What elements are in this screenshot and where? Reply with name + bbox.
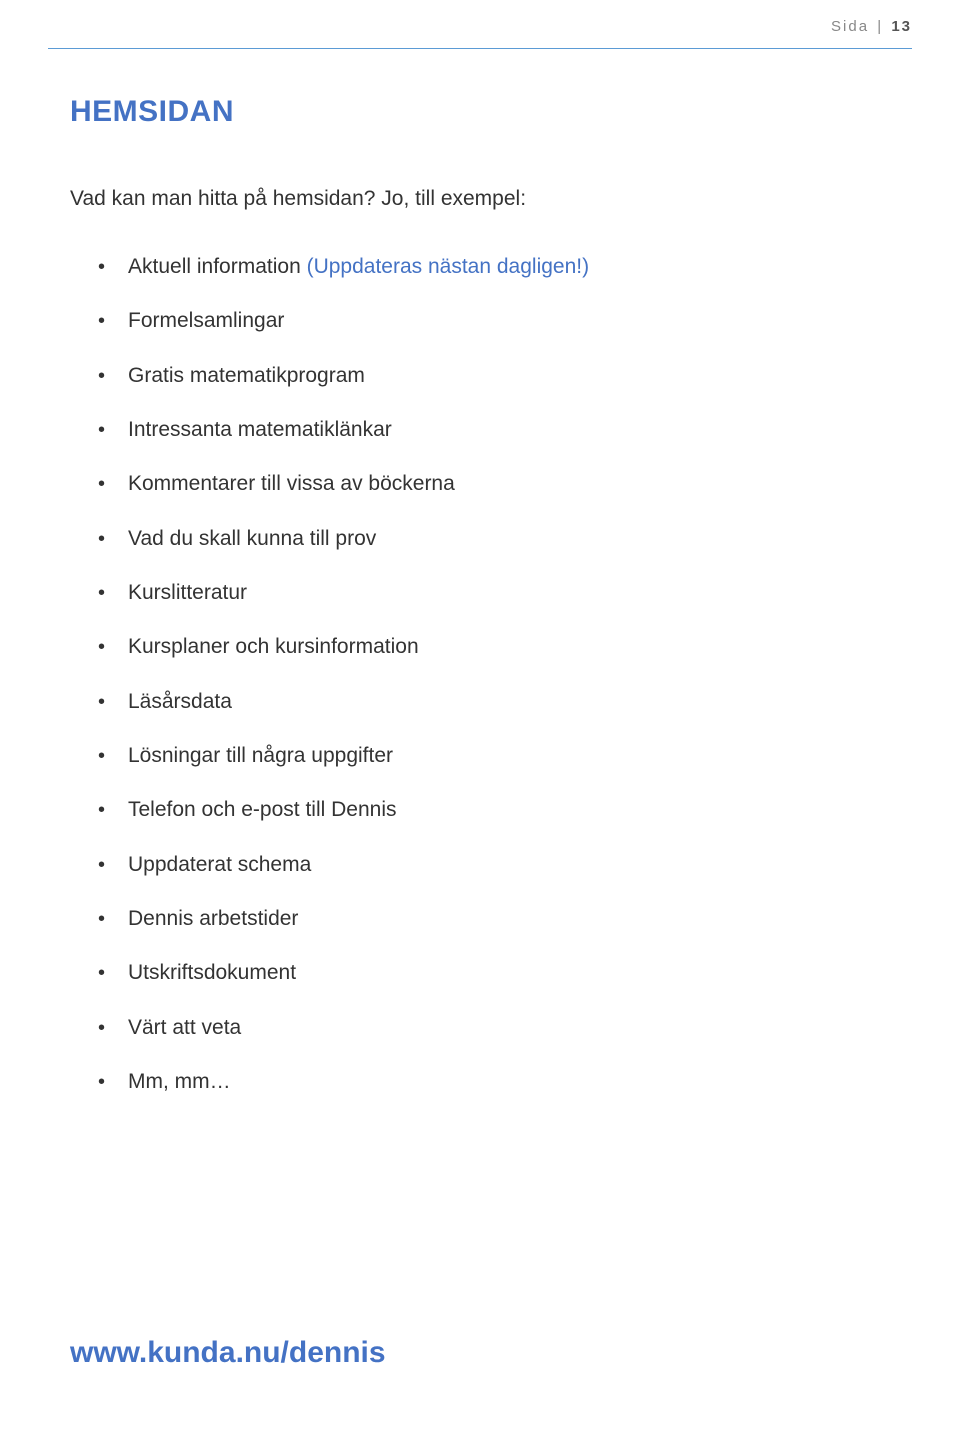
list-item: Aktuell information (Uppdateras nästan d… <box>98 253 900 281</box>
list-item-text: Läsårsdata <box>128 690 232 713</box>
list-item: Kommentarer till vissa av böckerna <box>98 470 900 498</box>
list-item: Dennis arbetstider <box>98 905 900 933</box>
list-item-text: Gratis matematikprogram <box>128 364 365 387</box>
list-item: Telefon och e-post till Dennis <box>98 796 900 824</box>
header-divider <box>48 48 912 49</box>
list-item: Uppdaterat schema <box>98 851 900 879</box>
list-item-text: Intressanta matematiklänkar <box>128 418 392 441</box>
page-number: 13 <box>891 18 912 35</box>
page-content: HEMSIDAN Vad kan man hitta på hemsidan? … <box>70 95 900 1123</box>
intro-text: Vad kan man hitta på hemsidan? Jo, till … <box>70 187 900 211</box>
list-item-text: Dennis arbetstider <box>128 907 298 930</box>
list-item-text: Formelsamlingar <box>128 309 284 332</box>
list-item: Formelsamlingar <box>98 307 900 335</box>
list-item-text: Vad du skall kunna till prov <box>128 527 376 550</box>
list-item: Utskriftsdokument <box>98 959 900 987</box>
list-item: Läsårsdata <box>98 688 900 716</box>
list-item-text: Kommentarer till vissa av böckerna <box>128 472 455 495</box>
list-item-text: Kursplaner och kursinformation <box>128 635 419 658</box>
list-item-text: Aktuell information <box>128 255 307 278</box>
page-header-separator: | <box>877 18 883 35</box>
list-item: Värt att veta <box>98 1014 900 1042</box>
list-item-text: Telefon och e-post till Dennis <box>128 798 396 821</box>
list-item-text: Kurslitteratur <box>128 581 247 604</box>
page-header-label: Sida <box>831 18 869 35</box>
list-item: Gratis matematikprogram <box>98 362 900 390</box>
bullet-list: Aktuell information (Uppdateras nästan d… <box>98 253 900 1097</box>
list-item: Mm, mm… <box>98 1068 900 1096</box>
page-header: Sida | 13 <box>831 18 912 35</box>
page-title: HEMSIDAN <box>70 95 900 129</box>
list-item: Lösningar till några uppgifter <box>98 742 900 770</box>
list-item: Kurslitteratur <box>98 579 900 607</box>
list-item-text: Mm, mm… <box>128 1070 231 1093</box>
list-item: Vad du skall kunna till prov <box>98 525 900 553</box>
list-item: Kursplaner och kursinformation <box>98 633 900 661</box>
footer-url: www.kunda.nu/dennis <box>70 1336 386 1370</box>
list-item-text: Värt att veta <box>128 1016 241 1039</box>
list-item-text: Utskriftsdokument <box>128 961 296 984</box>
list-item-text: Lösningar till några uppgifter <box>128 744 393 767</box>
list-item-note: (Uppdateras nästan dagligen!) <box>307 255 590 278</box>
list-item-text: Uppdaterat schema <box>128 853 311 876</box>
list-item: Intressanta matematiklänkar <box>98 416 900 444</box>
